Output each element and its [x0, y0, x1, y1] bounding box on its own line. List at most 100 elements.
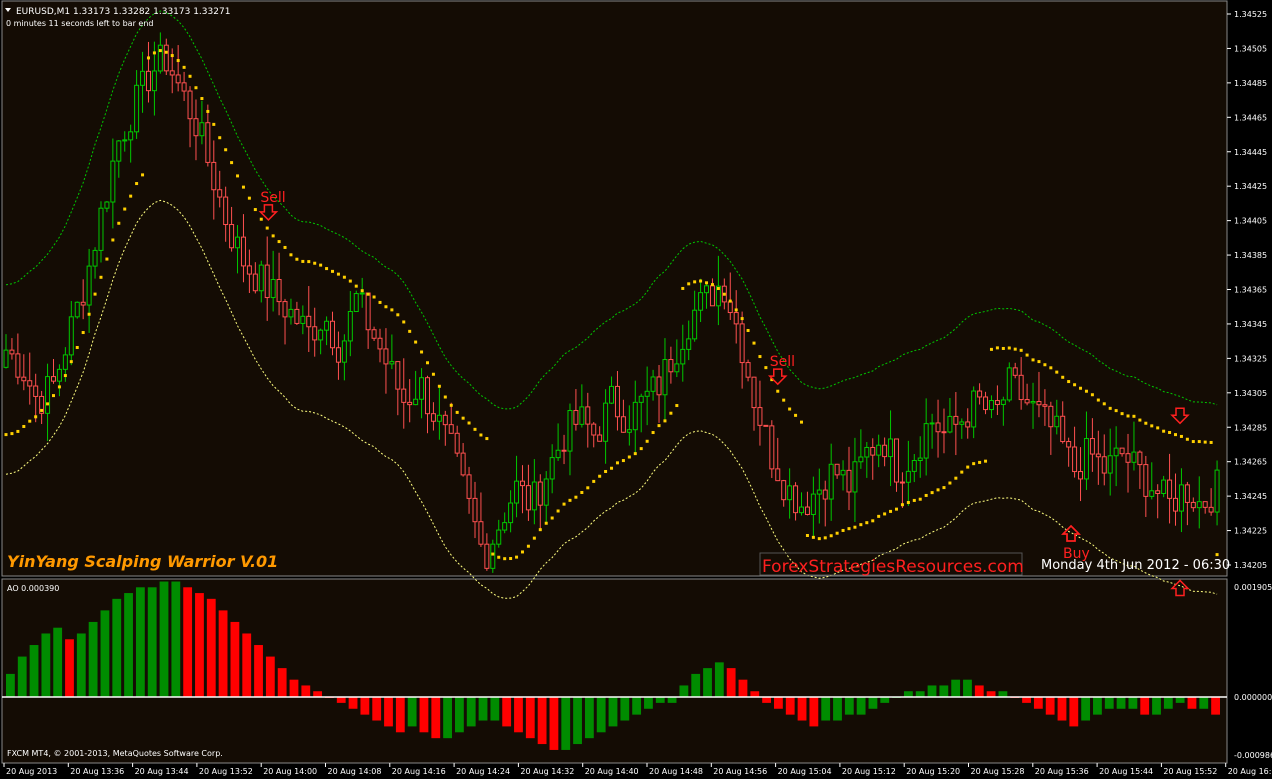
candle-body	[609, 385, 615, 404]
trend-dot	[259, 217, 263, 221]
candle-body	[822, 489, 828, 500]
trend-dot	[948, 481, 952, 485]
candle-body	[893, 438, 899, 483]
ao-bar	[395, 697, 405, 733]
trend-dot	[865, 521, 869, 525]
trend-dot	[633, 452, 637, 456]
trend-dot	[794, 413, 798, 417]
ao-bar	[797, 697, 807, 721]
ao-bar	[1175, 697, 1185, 703]
candle-body	[1167, 479, 1173, 499]
trend-dot	[1168, 430, 1172, 434]
candle-body	[270, 279, 276, 299]
ao-bar	[1045, 697, 1055, 715]
candle-body	[840, 469, 846, 476]
candle-body	[490, 543, 496, 569]
trend-dot	[1174, 433, 1178, 437]
trend-dot	[728, 299, 732, 303]
trend-dot	[829, 534, 833, 538]
x-tick-label: 20 Aug 2013	[6, 767, 57, 776]
ao-bar	[608, 697, 618, 727]
candle-body	[442, 414, 448, 426]
trend-dot	[22, 424, 26, 428]
candle-body	[324, 320, 330, 331]
candle-body	[258, 264, 264, 292]
trend-dot	[1102, 402, 1106, 406]
candle-body	[128, 131, 134, 141]
candle-body	[235, 236, 241, 249]
trend-dot	[384, 305, 388, 309]
ao-bar	[466, 697, 476, 727]
candle-body	[217, 189, 223, 198]
candle-body	[769, 425, 775, 470]
candle-body	[365, 292, 371, 331]
candle-body	[994, 400, 1000, 405]
trend-dot	[425, 361, 429, 365]
ao-bar	[821, 697, 831, 721]
symbol-header: EURUSD,M1 1.33173 1.33282 1.33173 1.3327…	[16, 7, 230, 17]
ao-bar	[41, 633, 51, 697]
ao-bar	[348, 697, 358, 709]
candle-body	[407, 401, 413, 406]
y-tick-label: 1.34485	[1234, 79, 1267, 88]
y-tick-label: 1.34245	[1234, 492, 1267, 501]
candle-body	[543, 478, 549, 506]
candle-body	[45, 376, 51, 414]
ao-bar	[65, 639, 74, 697]
ao-bar	[844, 697, 854, 715]
trend-dot	[182, 65, 186, 69]
trend-dot	[1179, 434, 1183, 438]
ao-bar	[171, 581, 181, 697]
candle-body	[1042, 404, 1048, 407]
trend-dot	[16, 429, 20, 433]
trend-dot	[325, 267, 329, 271]
candle-body	[335, 347, 341, 363]
trend-dot	[99, 275, 103, 279]
trend-dot	[307, 260, 311, 264]
ao-bar	[951, 679, 961, 697]
ao-bar	[762, 697, 772, 703]
candle-body	[1178, 484, 1184, 512]
y-tick-label: 1.34465	[1234, 113, 1267, 122]
candle-body	[436, 414, 442, 422]
candle-body	[525, 485, 531, 511]
candle-body	[638, 395, 644, 403]
ao-bar	[313, 691, 323, 697]
ao-label: AO 0.000390	[7, 584, 59, 593]
candle-body	[1024, 399, 1030, 404]
candle-body	[781, 480, 787, 501]
trend-dot	[716, 287, 720, 291]
trend-dot	[176, 59, 180, 63]
trend-dot	[1096, 398, 1100, 402]
candle-body	[864, 446, 870, 458]
trend-dot	[152, 51, 156, 55]
candle-body	[763, 424, 769, 427]
candle-body	[1030, 401, 1036, 404]
ao-bar	[29, 645, 39, 697]
trend-dot	[532, 536, 536, 540]
candle-body	[371, 329, 377, 339]
candle-body	[567, 410, 573, 452]
candle-body	[454, 432, 460, 454]
x-tick-label: 20 Aug 15:28	[971, 767, 1025, 776]
trend-dot	[966, 465, 970, 469]
candle-body	[905, 470, 911, 483]
candle-body	[15, 353, 21, 378]
ao-bar	[644, 697, 653, 709]
trend-dot	[289, 253, 293, 257]
trend-dot	[782, 398, 786, 402]
trend-dot	[366, 292, 370, 296]
ao-bar	[1116, 697, 1126, 709]
ao-bar	[1163, 697, 1173, 709]
candle-body	[502, 522, 508, 531]
x-tick-label: 20 Aug 15:52	[1163, 767, 1217, 776]
trend-dot	[431, 372, 435, 376]
y-tick-label: 1.34305	[1234, 389, 1267, 398]
trend-dot	[69, 360, 73, 364]
trend-dot	[455, 410, 459, 414]
trend-dot	[443, 395, 447, 399]
candle-body	[460, 452, 466, 476]
trend-dot	[34, 415, 38, 419]
trend-dot	[479, 433, 483, 437]
candle-body	[163, 44, 169, 72]
